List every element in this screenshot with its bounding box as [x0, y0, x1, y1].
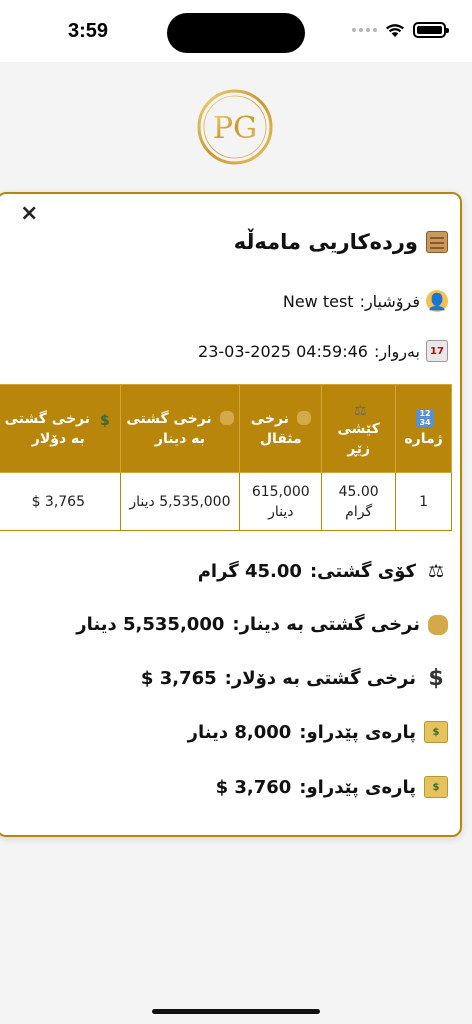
- cellular-signal-icon: [352, 28, 377, 32]
- cell-total-dollar: 3,765 $: [0, 472, 121, 531]
- summary-total-dinar: نرخی گشتی بە دینار: 5,535,000 دینار: [76, 614, 448, 635]
- header-mithqal-price: نرخی مثقال: [239, 384, 323, 473]
- calendar-icon: 17: [426, 340, 448, 362]
- close-button[interactable]: ×: [20, 202, 38, 226]
- summary-total-weight: ⚖ کۆی گشتی: 45.00 گرام: [198, 560, 448, 582]
- items-table: 12 34 ژمارە ⚖ کێشی زێڕ نرخی مثقال نرخی گش…: [0, 384, 452, 531]
- pg-logo: PG: [197, 89, 273, 165]
- header-total-dollar: $ نرخی گشتی بە دۆلار: [0, 384, 121, 473]
- status-icons: [352, 22, 449, 38]
- header-gold-weight: ⚖ کێشی زێڕ: [321, 384, 397, 473]
- money-bag-icon: [219, 410, 234, 425]
- status-time: 3:59: [68, 20, 109, 42]
- cell-weight: 45.00 گرام: [321, 472, 397, 531]
- seller-label: فرۆشیار:: [359, 291, 420, 311]
- money-bag-icon: [428, 614, 448, 635]
- cell-total-dinar: 5,535,000 دینار: [119, 472, 241, 531]
- status-bar: 3:59: [0, 0, 472, 62]
- date-row: 17 بەروار: 23-03-2025 04:59:46: [198, 340, 448, 362]
- header-total-dinar: نرخی گشتی بە دینار: [119, 384, 241, 473]
- dollar-icon: $: [100, 412, 110, 429]
- scroll-icon: [426, 231, 448, 253]
- table-header-row: 12 34 ژمارە ⚖ کێشی زێڕ نرخی مثقال نرخی گش…: [0, 384, 452, 473]
- cell-number: 1: [395, 472, 452, 531]
- transaction-details-dialog: × وردەکاریی مامەڵە 👤 فرۆشیار: New test 1…: [0, 192, 462, 837]
- banknote-icon: $: [424, 776, 448, 798]
- dynamic-island: [167, 13, 305, 53]
- date-label: بەروار:: [373, 341, 420, 361]
- header-number: 12 34 ژمارە: [395, 384, 452, 473]
- wifi-icon: [386, 23, 404, 37]
- money-bag-icon: [296, 410, 311, 425]
- summary-total-dollar: $ نرخی گشتی بە دۆلار: 3,765 $: [141, 665, 448, 691]
- numbers-icon: 12 34: [416, 408, 435, 427]
- battery-icon: [413, 22, 449, 38]
- banknote-icon: $: [424, 721, 448, 743]
- table-row: 1 45.00 گرام 615,000 دینار 5,535,000 دین…: [0, 472, 452, 531]
- scale-icon: ⚖: [427, 560, 445, 582]
- dialog-title-row: وردەکاریی مامەڵە: [234, 230, 448, 254]
- summary-paid-dinar: $ پارەی پێدراو: 8,000 دینار: [188, 721, 448, 743]
- svg-text:PG: PG: [213, 111, 257, 146]
- summary-paid-dollar: $ پارەی پێدراو: 3,760 $: [216, 776, 448, 798]
- seller-value: New test: [282, 291, 354, 311]
- cell-mithqal-price: 615,000 دینار: [239, 472, 323, 531]
- scale-icon: ⚖: [353, 402, 367, 419]
- date-value: 23-03-2025 04:59:46: [198, 341, 368, 361]
- seller-icon: 👤: [426, 290, 448, 312]
- dialog-title: وردەکاریی مامەڵە: [233, 230, 418, 254]
- home-indicator[interactable]: [152, 1009, 320, 1014]
- seller-row: 👤 فرۆشیار: New test: [283, 290, 448, 312]
- dollar-icon: $: [428, 665, 444, 691]
